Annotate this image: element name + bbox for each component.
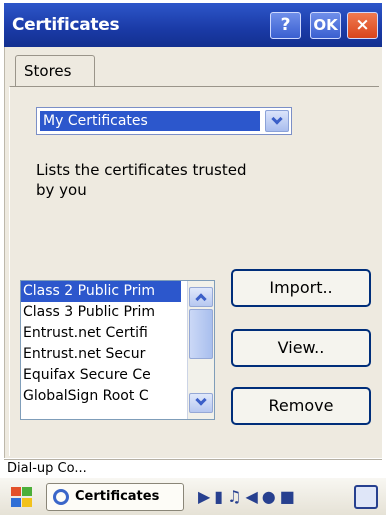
- list-scrollbar[interactable]: [187, 281, 214, 419]
- certificates-app-icon: [53, 489, 69, 505]
- view-button[interactable]: View..: [231, 329, 371, 367]
- remove-button[interactable]: Remove: [231, 387, 371, 425]
- scroll-thumb[interactable]: [189, 309, 213, 359]
- store-select-value: My Certificates: [40, 111, 260, 131]
- store-select-dropdown-button[interactable]: [265, 110, 289, 132]
- store-description: Lists the certificates trusted by you: [36, 161, 247, 199]
- window-title: Certificates: [12, 15, 120, 35]
- ok-button[interactable]: OK: [310, 12, 341, 39]
- remove-button-label: Remove: [268, 396, 334, 415]
- notification-bar[interactable]: Dial-up Co...: [4, 459, 382, 477]
- help-button[interactable]: ?: [270, 12, 301, 39]
- keyboard-icon[interactable]: [354, 485, 378, 509]
- view-button-label: View..: [277, 338, 325, 357]
- start-windows-icon[interactable]: [10, 486, 34, 508]
- list-item[interactable]: GlobalSign Root C: [21, 386, 181, 407]
- system-tray-icons[interactable]: ▶▮♫◀●■: [198, 487, 299, 506]
- chevron-up-icon: [195, 293, 207, 305]
- scroll-down-button[interactable]: [189, 393, 213, 413]
- chevron-down-icon: [271, 113, 283, 125]
- import-button-label: Import..: [269, 278, 333, 297]
- list-item[interactable]: Class 3 Public Prim: [21, 302, 181, 323]
- list-item[interactable]: Equifax Secure Ce: [21, 365, 181, 386]
- taskbar-app-label: Certificates: [75, 489, 160, 504]
- taskbar: Certificates ▶▮♫◀●■: [0, 477, 386, 515]
- import-button[interactable]: Import..: [231, 269, 371, 307]
- close-button[interactable]: ×: [347, 12, 378, 39]
- list-item[interactable]: Class 2 Public Prim: [21, 281, 181, 302]
- list-item[interactable]: Entrust.net Secur: [21, 344, 181, 365]
- list-item[interactable]: Entrust.net Certifi: [21, 323, 181, 344]
- scroll-up-button[interactable]: [189, 287, 213, 307]
- tab-label: Stores: [24, 62, 72, 80]
- tab-stores[interactable]: Stores: [15, 55, 95, 87]
- certificate-list[interactable]: Class 2 Public Prim Class 3 Public Prim …: [20, 280, 215, 420]
- store-select[interactable]: My Certificates: [36, 107, 292, 135]
- title-bar: Certificates ? OK ×: [4, 3, 382, 47]
- chevron-down-icon: [195, 394, 207, 406]
- taskbar-app-certificates[interactable]: Certificates: [46, 483, 184, 511]
- dialog-body: Stores My Certificates Lists the certifi…: [4, 47, 382, 458]
